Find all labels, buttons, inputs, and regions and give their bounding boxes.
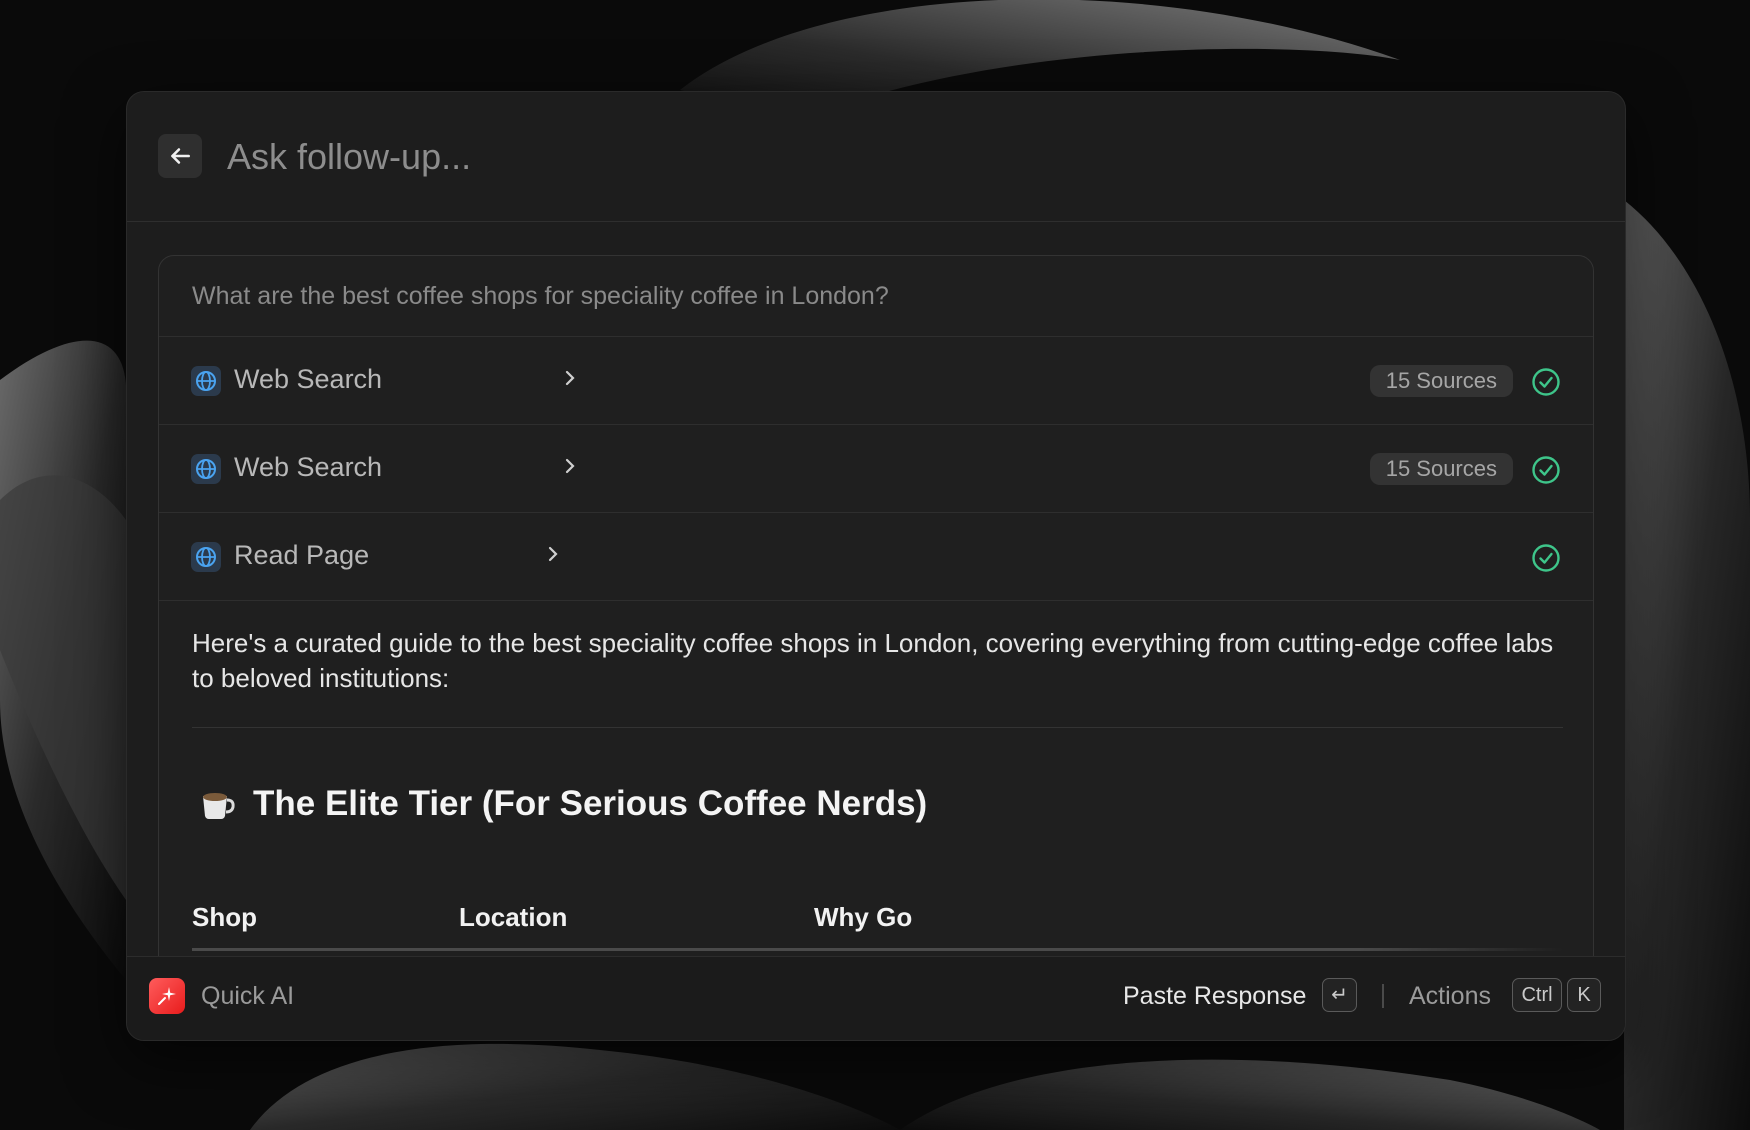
paste-response-button[interactable]: Paste Response [1123, 982, 1306, 1011]
actions-button[interactable]: Actions [1409, 982, 1491, 1011]
sources-badge[interactable]: 15 Sources [1369, 365, 1513, 397]
table-header-location: Location [459, 902, 568, 932]
footer-bar: Quick AI Paste Response ↵ Actions Ctrl K [127, 956, 1625, 1040]
app-name: Quick AI [201, 982, 295, 1010]
follow-up-input[interactable] [225, 130, 1429, 184]
step-label: Web Search [234, 364, 383, 394]
quick-ai-app-icon [149, 978, 185, 1014]
enter-key-hint: ↵ [1322, 978, 1357, 1012]
step-web-search-2[interactable]: Web Search 15 Sources [159, 425, 1593, 513]
globe-icon [191, 366, 221, 396]
step-web-search-1[interactable]: Web Search 15 Sources [159, 337, 1593, 425]
arrow-left-icon [171, 148, 190, 164]
table-header-shop: Shop [192, 902, 257, 932]
globe-icon [191, 542, 221, 572]
k-key-hint: K [1567, 978, 1601, 1012]
step-label: Read Page [234, 540, 370, 570]
footer-separator [1382, 984, 1384, 1008]
globe-icon [191, 454, 221, 484]
section-heading: The Elite Tier (For Serious Coffee Nerds… [197, 784, 927, 824]
sparkle-icon [158, 987, 176, 1005]
check-circle-icon [1532, 456, 1560, 484]
check-circle-icon [1532, 368, 1560, 396]
chevron-right-icon [548, 546, 558, 562]
section-title: The Elite Tier (For Serious Coffee Nerds… [253, 784, 928, 823]
step-label: Web Search [234, 452, 383, 482]
chevron-right-icon [565, 458, 575, 474]
quick-ai-window: What are the best coffee shops for speci… [126, 91, 1626, 1041]
back-button[interactable] [158, 134, 202, 178]
ctrl-key-hint: Ctrl [1512, 978, 1562, 1012]
section-divider [192, 727, 1563, 728]
chevron-right-icon [565, 370, 575, 386]
table-header-why-go: Why Go [814, 902, 913, 932]
user-question: What are the best coffee shops for speci… [159, 256, 1593, 337]
step-read-page[interactable]: Read Page [159, 513, 1593, 601]
table-header-rule [192, 948, 1563, 951]
check-circle-icon [1532, 544, 1560, 572]
response-panel: What are the best coffee shops for speci… [158, 255, 1594, 1040]
coffee-cup-icon [203, 793, 235, 819]
answer-intro-text: Here's a curated guide to the best speci… [192, 628, 1554, 693]
sources-badge[interactable]: 15 Sources [1369, 453, 1513, 485]
header-bar [127, 92, 1625, 222]
